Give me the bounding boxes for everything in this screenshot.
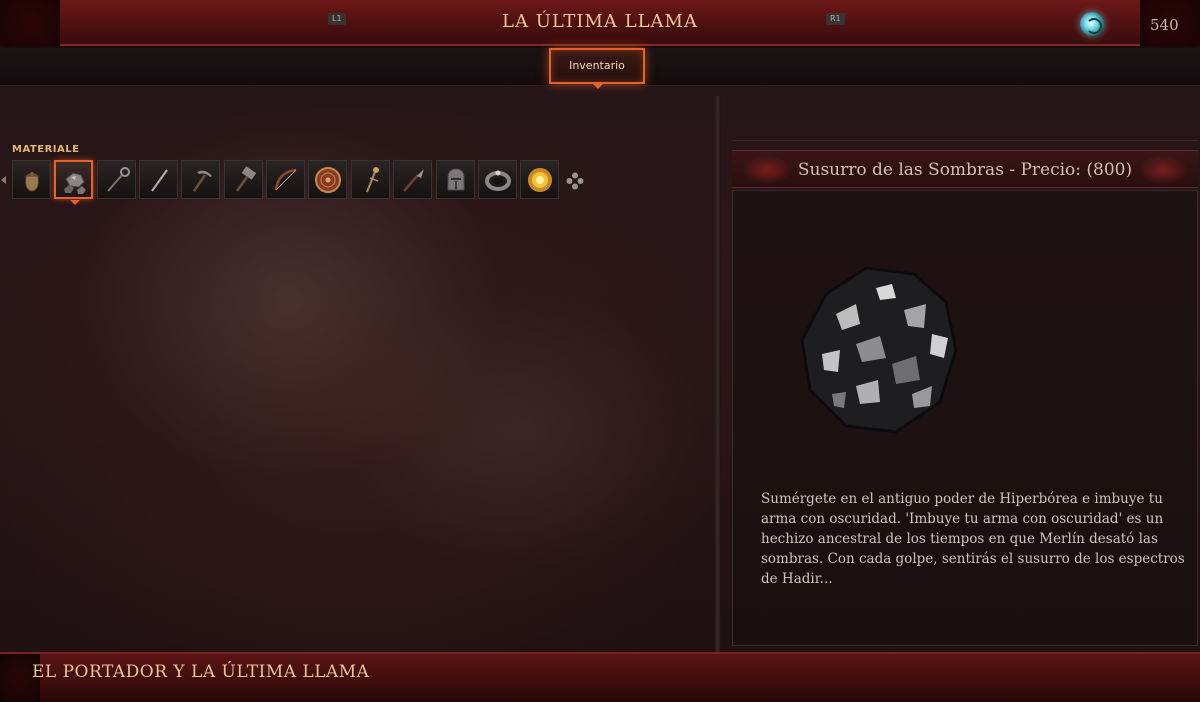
inventory-slot-ore[interactable] (54, 160, 93, 205)
hook-staff-icon (107, 167, 130, 192)
l1-button-prompt[interactable]: L1 (328, 13, 346, 25)
pickaxe-icon (192, 170, 212, 192)
bow-icon (274, 168, 297, 191)
inventory-slot-ring[interactable] (478, 160, 517, 199)
tab-inventario[interactable]: Inventario (549, 48, 645, 89)
inventory-slot-rod[interactable] (139, 160, 178, 199)
inventory-slot-hook-staff[interactable] (97, 160, 136, 199)
panel-divider (715, 96, 721, 652)
ring-icon (485, 170, 511, 191)
game-title: LA ÚLTIMA LLAMA (502, 11, 698, 32)
inventory-slot-spear[interactable] (393, 160, 432, 199)
inventory-slot-pouch[interactable] (12, 160, 51, 199)
inventory-slot-shield[interactable] (308, 160, 347, 199)
rod-icon (151, 169, 168, 192)
inventory-slot-scepter[interactable] (351, 160, 390, 199)
category-label: MATERIALE (12, 144, 80, 155)
inventory-slot-helmet[interactable] (436, 160, 475, 199)
hammer-icon (235, 166, 257, 192)
inventory-slot-relic[interactable] (520, 160, 559, 199)
helmet-icon (447, 168, 465, 191)
shadow-stone-image (800, 266, 958, 434)
currency-amount: 540 (1150, 16, 1179, 34)
ore-stones-icon (64, 172, 86, 194)
inventory-slot-hammer[interactable] (224, 160, 263, 199)
inventory-slot-pickaxe[interactable] (181, 160, 220, 199)
spear-icon (403, 169, 424, 192)
spirit-orb-icon (1080, 12, 1104, 36)
pouch-icon (25, 172, 39, 192)
scroll-left-arrow-icon[interactable] (1, 176, 6, 184)
golden-relic-icon (528, 168, 552, 192)
panel-top-line (732, 140, 1198, 141)
chapter-title: EL PORTADOR Y LA ÚLTIMA LLAMA (32, 662, 370, 682)
item-title: Susurro de las Sombras - Precio: (800) (732, 150, 1198, 188)
round-shield-icon (315, 167, 341, 193)
item-description: Sumérgete en el antiguo poder de Hiperbó… (761, 491, 1185, 587)
inventory-slot-bow[interactable] (266, 160, 305, 199)
r1-button-prompt[interactable]: R1 (826, 13, 845, 25)
scepter-icon (366, 167, 379, 193)
dpad-icon (566, 172, 584, 190)
